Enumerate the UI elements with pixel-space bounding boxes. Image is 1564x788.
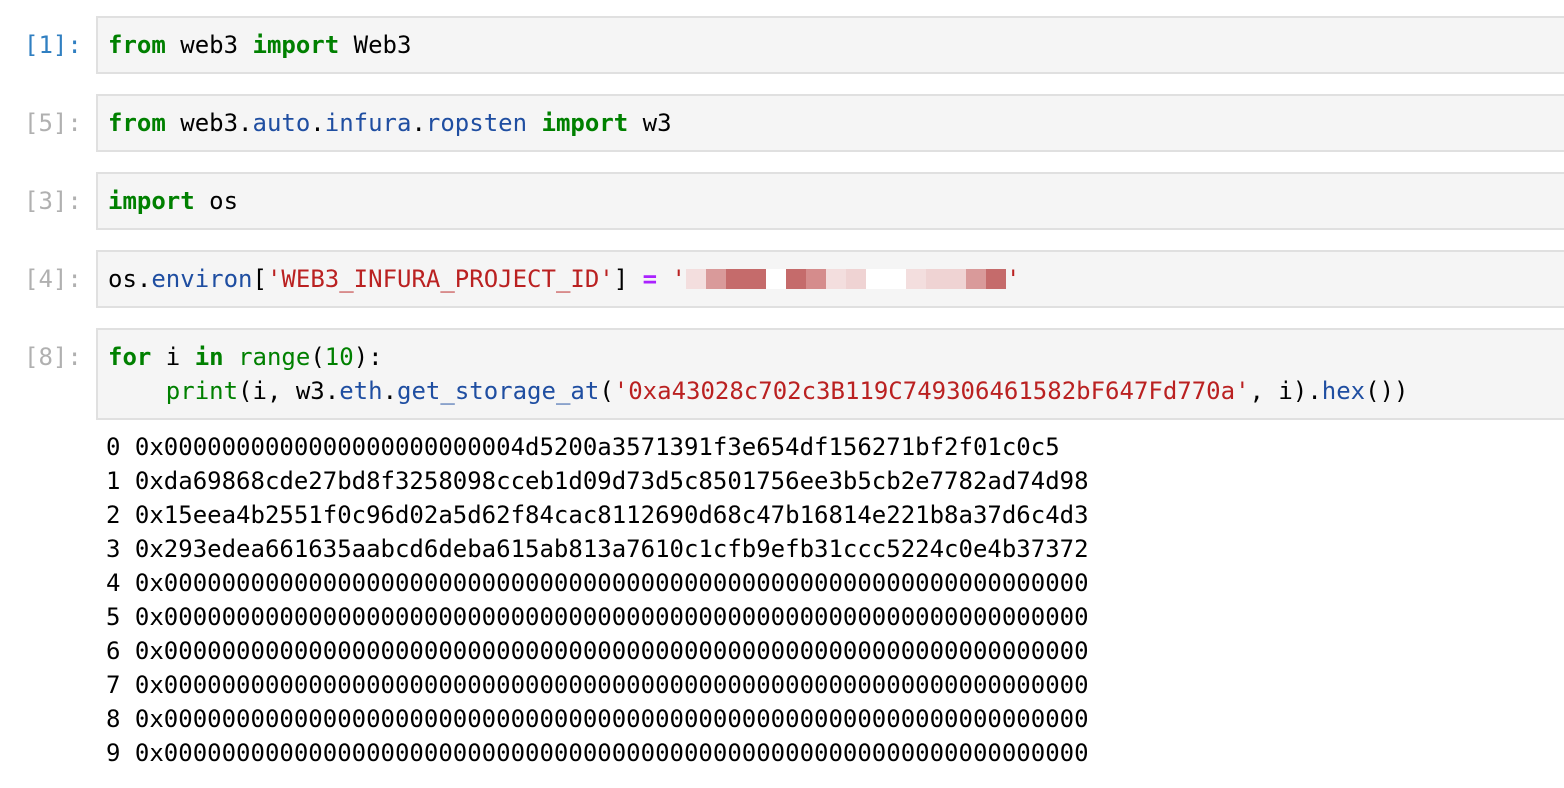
cell-prompt: [3]: <box>24 187 82 215</box>
attribute: eth <box>339 377 383 405</box>
redaction-block <box>826 269 847 289</box>
attribute: infura <box>324 109 412 137</box>
output-line: 1 0xda69868cde27bd8f3258098cceb1d09d73d5… <box>106 467 1089 495</box>
redaction-block <box>766 269 787 289</box>
code-line: import os <box>108 184 238 218</box>
redacted-project-id <box>686 265 1007 293</box>
redaction-block <box>886 269 907 289</box>
code-text: ( <box>599 377 614 405</box>
output-line: 2 0x15eea4b2551f0c96d02a5d62f84cac811269… <box>106 501 1089 529</box>
code-text: web3 <box>165 31 253 59</box>
code-line: print(i, w3.eth.get_storage_at('0xa43028… <box>108 374 1409 408</box>
string-literal: '0xa43028c702c3B119C749306461582bF647Fd7… <box>613 377 1250 405</box>
code-text: , i) <box>1249 377 1308 405</box>
redaction-block <box>946 269 967 289</box>
redaction-block <box>786 269 807 289</box>
keyword: for <box>108 343 152 371</box>
cell-prompt: [5]: <box>24 109 82 137</box>
code-text: i <box>151 343 195 371</box>
dot-operator: . <box>411 109 426 137</box>
keyword: from <box>108 31 166 59</box>
keyword: import <box>108 187 195 215</box>
code-line: from web3.auto.infura.ropsten import w3 <box>108 106 672 140</box>
number-literal: 10 <box>324 343 354 371</box>
string-quote-close: ' <box>1006 265 1021 293</box>
builtin-function: print <box>165 377 239 405</box>
code-line: for i in range(10): <box>108 340 383 374</box>
dot-operator: . <box>382 377 398 405</box>
dot-operator: . <box>310 109 325 137</box>
code-text: Web3 <box>339 31 412 59</box>
output-line: 8 0x000000000000000000000000000000000000… <box>106 705 1089 733</box>
code-text: os <box>194 187 239 215</box>
redaction-block <box>866 269 887 289</box>
redaction-block <box>906 269 927 289</box>
redaction-block <box>966 269 987 289</box>
output-line: 7 0x000000000000000000000000000000000000… <box>106 671 1089 699</box>
redaction-block <box>686 269 707 289</box>
attribute: get_storage_at <box>397 377 600 405</box>
dot-operator: . <box>324 377 340 405</box>
output-line: 4 0x000000000000000000000000000000000000… <box>106 569 1089 597</box>
code-text: ()) <box>1365 377 1409 405</box>
redaction-block <box>706 269 727 289</box>
code-text: w3 <box>628 109 672 137</box>
dot-operator: . <box>1307 377 1322 405</box>
code-input[interactable]: for i in range(10): print(i, w3.eth.get_… <box>96 328 1564 420</box>
cell-prompt: [1]: <box>24 31 82 59</box>
code-input[interactable]: from web3.auto.infura.ropsten import w3 <box>96 94 1564 152</box>
redaction-block <box>926 269 947 289</box>
redaction-block <box>726 269 747 289</box>
code-text: ): <box>353 343 383 371</box>
redaction-block <box>986 269 1007 289</box>
code-text: os <box>108 265 137 293</box>
code-text: ( <box>310 343 325 371</box>
assign-operator: = <box>642 265 658 293</box>
builtin-function: range <box>238 343 311 371</box>
attribute: auto <box>252 109 311 137</box>
code-input[interactable]: os.environ['WEB3_INFURA_PROJECT_ID'] = '… <box>96 250 1564 308</box>
cell-output: 0 0x0000000000000000000000004d5200a35713… <box>106 430 1089 770</box>
code-line: os.environ['WEB3_INFURA_PROJECT_ID'] = '… <box>108 262 1020 296</box>
dot-operator: . <box>238 109 253 137</box>
redaction-block <box>846 269 867 289</box>
keyword: in <box>194 343 224 371</box>
attribute: environ <box>151 265 253 293</box>
code-input[interactable]: from web3 import Web3 <box>96 16 1564 74</box>
dot-operator: . <box>136 265 152 293</box>
output-line: 6 0x000000000000000000000000000000000000… <box>106 637 1089 665</box>
output-line: 5 0x000000000000000000000000000000000000… <box>106 603 1089 631</box>
keyword: import <box>541 109 629 137</box>
string-literal: 'WEB3_INFURA_PROJECT_ID' <box>266 265 614 293</box>
code-text: [ <box>252 265 267 293</box>
code-text: web3 <box>165 109 239 137</box>
keyword: import <box>252 31 340 59</box>
cell-prompt: [8]: <box>24 343 82 371</box>
redaction-block <box>806 269 827 289</box>
attribute: hex <box>1321 377 1366 405</box>
keyword: from <box>108 109 166 137</box>
code-text: (i, w3 <box>238 377 325 405</box>
output-line: 0 0x0000000000000000000000004d5200a35713… <box>106 433 1060 461</box>
code-text: ] <box>613 265 643 293</box>
redaction-block <box>746 269 767 289</box>
code-input[interactable]: import os <box>96 172 1564 230</box>
cell-prompt: [4]: <box>24 265 82 293</box>
output-line: 9 0x000000000000000000000000000000000000… <box>106 739 1089 767</box>
string-quote-open: ' <box>657 265 687 293</box>
output-line: 3 0x293edea661635aabcd6deba615ab813a7610… <box>106 535 1089 563</box>
attribute: ropsten <box>425 109 528 137</box>
code-line: from web3 import Web3 <box>108 28 411 62</box>
